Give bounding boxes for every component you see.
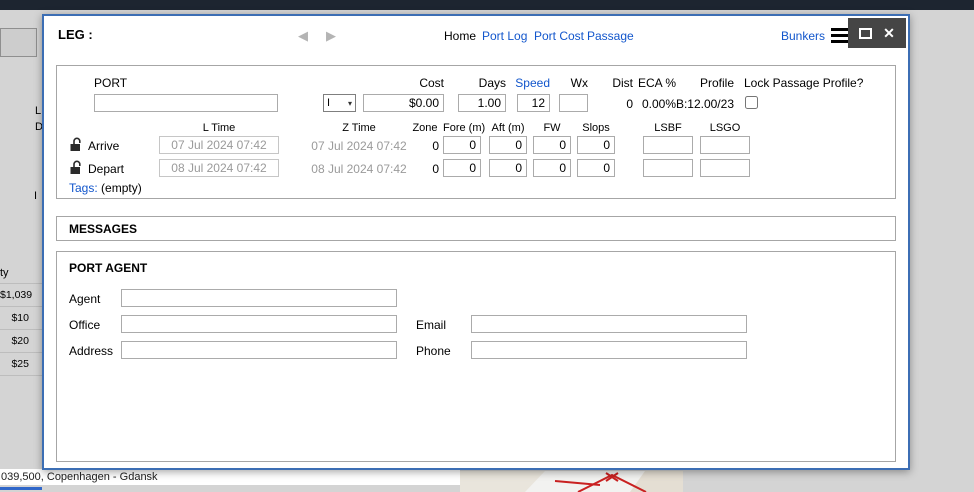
depart-fore-input[interactable] (443, 159, 481, 177)
divider (0, 306, 42, 307)
nav-bunkers[interactable]: Bunkers (781, 29, 825, 43)
email-label: Email (416, 318, 446, 332)
arrive-zone: 0 (403, 139, 439, 153)
port-section: PORT Cost Days Speed Wx Dist ECA % Profi… (56, 65, 896, 199)
arrive-slops-input[interactable] (577, 136, 615, 154)
depart-aft-input[interactable] (489, 159, 527, 177)
arrive-fore-input[interactable] (443, 136, 481, 154)
nav-home[interactable]: Home (444, 29, 476, 43)
dist-label: Dist (593, 76, 633, 90)
nav-port-log[interactable]: Port Log (482, 29, 527, 43)
map-canvas (460, 471, 683, 492)
dialog-title: LEG : (58, 27, 93, 42)
arrive-aft-input[interactable] (489, 136, 527, 154)
days-input[interactable] (458, 94, 506, 112)
office-label: Office (69, 318, 100, 332)
unlock-icon[interactable] (69, 137, 82, 152)
arrive-ztime: 07 Jul 2024 07:42 (299, 139, 419, 153)
status-bar-text: 039,500, Copenhagen - Gdansk (1, 471, 158, 483)
chevron-down-icon: ▾ (348, 99, 352, 108)
address-input[interactable] (121, 341, 397, 359)
background-button (0, 28, 37, 57)
messages-title: MESSAGES (69, 222, 137, 236)
days-label: Days (458, 76, 506, 90)
arrive-lsgo-input[interactable] (700, 136, 750, 154)
port-type-value: I (327, 97, 330, 109)
port-input[interactable] (94, 94, 278, 112)
messages-section[interactable]: MESSAGES (56, 216, 896, 241)
speed-input[interactable] (517, 94, 550, 112)
arrive-fw-input[interactable] (533, 136, 571, 154)
col-z-time: Z Time (299, 122, 419, 134)
depart-label: Depart (88, 162, 124, 176)
unlock-icon[interactable] (69, 160, 82, 175)
wx-input[interactable] (559, 94, 588, 112)
address-label: Address (69, 344, 113, 358)
port-type-select[interactable]: I ▾ (323, 94, 356, 112)
depart-lsgo-input[interactable] (700, 159, 750, 177)
background-table-value: $10 (0, 312, 29, 324)
profile-value: B:12.00/23 (670, 97, 734, 111)
back-icon[interactable]: ◀ (298, 28, 308, 44)
background-col-header: ty (0, 267, 9, 279)
col-fw: FW (533, 122, 571, 134)
top-bar (0, 0, 974, 10)
leg-dialog: LEG : ◀ ▶ Home Port Log Port Cost Passag… (42, 14, 910, 470)
divider (0, 283, 42, 284)
port-agent-section: PORT AGENT Agent Office Email Address Ph… (56, 251, 896, 462)
wx-label: Wx (552, 76, 588, 90)
status-accent-line (0, 487, 42, 490)
background-table-value: $25 (0, 358, 29, 370)
screen: L D I ty $1,039 $10 $20 $25 039,500, Cop… (0, 0, 974, 492)
divider (0, 375, 42, 376)
col-aft: Aft (m) (489, 122, 527, 134)
forward-icon[interactable]: ▶ (326, 28, 336, 44)
cost-input[interactable] (363, 94, 444, 112)
dist-value: 0 (593, 97, 633, 111)
map-fragment (460, 471, 683, 492)
email-input[interactable] (471, 315, 747, 333)
col-lsgo: LSGO (700, 122, 750, 134)
arrive-label: Arrive (88, 139, 119, 153)
port-label: PORT (94, 76, 127, 90)
tags-link[interactable]: Tags: (69, 181, 98, 195)
divider (0, 329, 42, 330)
background-row-label: I (34, 190, 37, 202)
depart-ltime-input[interactable] (159, 159, 279, 177)
depart-fw-input[interactable] (533, 159, 571, 177)
close-icon[interactable]: ✕ (883, 26, 895, 40)
background-row-label: L (35, 105, 41, 117)
profile-label: Profile (670, 76, 734, 90)
divider (0, 352, 42, 353)
window-controls: ✕ (848, 18, 906, 48)
col-slops: Slops (577, 122, 615, 134)
depart-ztime: 08 Jul 2024 07:42 (299, 162, 419, 176)
nav-port-cost[interactable]: Port Cost (534, 29, 584, 43)
lock-passage-checkbox[interactable] (745, 96, 758, 109)
agent-input[interactable] (121, 289, 397, 307)
col-zone: Zone (403, 122, 447, 134)
port-agent-title: PORT AGENT (69, 261, 147, 275)
phone-label: Phone (416, 344, 451, 358)
speed-label[interactable]: Speed (507, 76, 550, 90)
col-lsbf: LSBF (643, 122, 693, 134)
lock-passage-label: Lock Passage Profile? (744, 76, 863, 90)
agent-label: Agent (69, 292, 100, 306)
maximize-icon[interactable] (859, 28, 872, 39)
col-fore: Fore (m) (443, 122, 481, 134)
depart-slops-input[interactable] (577, 159, 615, 177)
arrive-ltime-input[interactable] (159, 136, 279, 154)
depart-lsbf-input[interactable] (643, 159, 693, 177)
col-l-time: L Time (159, 122, 279, 134)
tags-value: (empty) (101, 181, 142, 195)
nav-passage[interactable]: Passage (587, 29, 634, 43)
background-table-value: $1,039 (0, 289, 29, 301)
cost-label: Cost (363, 76, 444, 90)
background-table-value: $20 (0, 335, 29, 347)
office-input[interactable] (121, 315, 397, 333)
phone-input[interactable] (471, 341, 747, 359)
arrive-lsbf-input[interactable] (643, 136, 693, 154)
depart-zone: 0 (403, 162, 439, 176)
